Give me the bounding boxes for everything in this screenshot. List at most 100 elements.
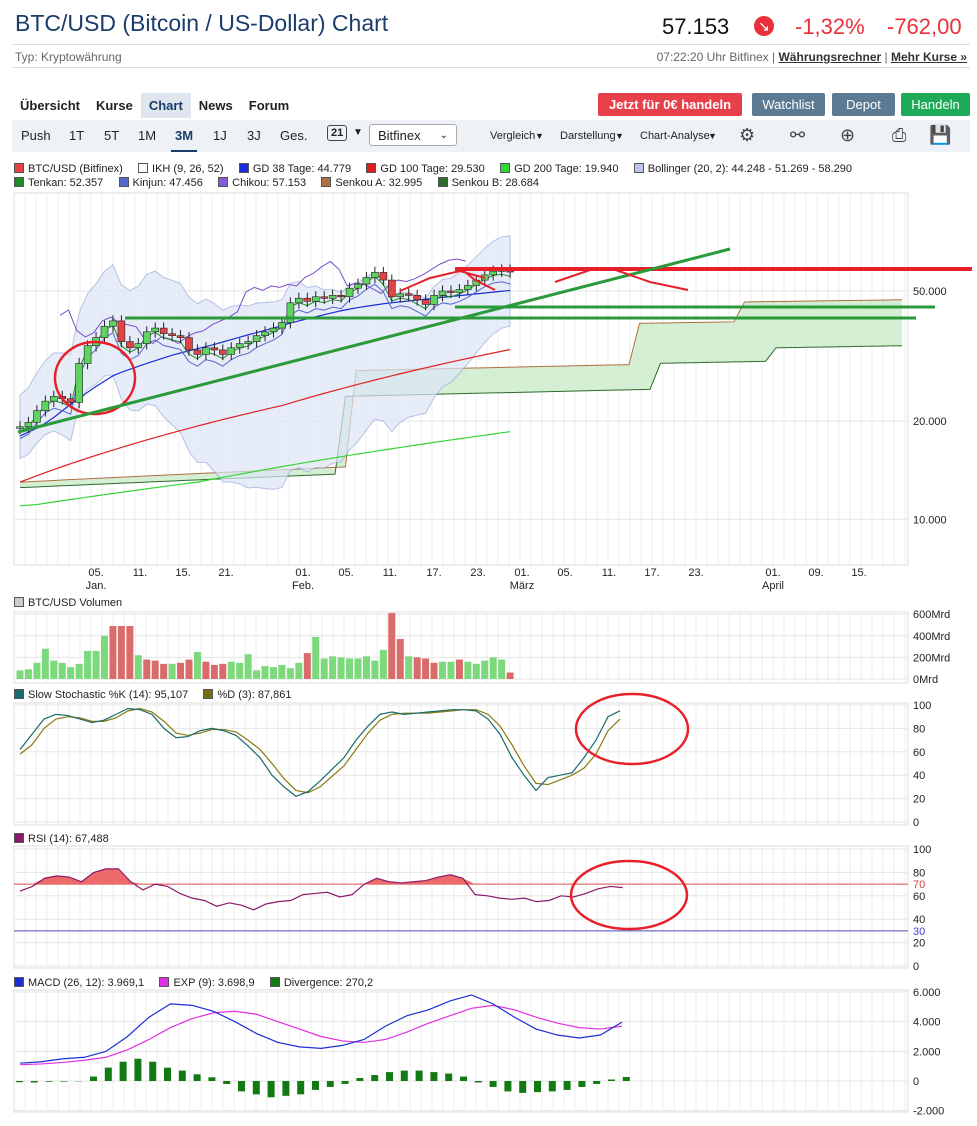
volume-bar — [422, 658, 430, 679]
panel-frame — [13, 192, 909, 566]
volume-bar — [24, 669, 32, 679]
tab-uebersicht[interactable]: Übersicht — [12, 93, 88, 118]
more-quotes-link[interactable]: Mehr Kurse » — [891, 50, 967, 64]
settings-gear-icon[interactable]: ⚙ — [739, 125, 755, 146]
volume-bar — [253, 670, 261, 679]
volume-bar — [16, 670, 24, 679]
tab-kurse[interactable]: Kurse — [88, 93, 141, 118]
macd-line — [19, 994, 623, 1064]
x-tick-label: 23. — [470, 567, 485, 579]
network-icon[interactable]: ⚯ — [790, 125, 805, 146]
volume-bar — [278, 664, 286, 679]
candle — [159, 327, 168, 335]
vergleich-menu[interactable]: Vergleich — [490, 130, 535, 142]
tenkan-line — [19, 273, 511, 432]
y-tick-label: 60 — [913, 891, 925, 903]
range-1m[interactable]: 1M — [138, 128, 156, 143]
print-icon[interactable]: ⎙ — [892, 125, 906, 146]
y-tick-label: 70 — [913, 879, 925, 891]
candle — [219, 349, 227, 355]
tab-news[interactable]: News — [191, 93, 241, 118]
watchlist-button[interactable]: Watchlist — [752, 93, 825, 116]
divergence-bar — [134, 1058, 142, 1081]
save-icon[interactable]: 💾 — [929, 125, 951, 146]
divergence-bar — [60, 1081, 68, 1082]
volume-bar — [193, 651, 201, 679]
volume-bar — [489, 657, 497, 679]
trade-now-button[interactable]: Jetzt für 0€ handeln — [598, 93, 742, 116]
candle — [244, 341, 252, 344]
legend-item: GD 200 Tage: 19.940 — [500, 163, 618, 175]
candle — [117, 320, 126, 342]
candle — [24, 422, 33, 428]
divergence-bar — [445, 1073, 453, 1081]
range-3m[interactable]: 3M — [170, 128, 198, 152]
gd100-line — [19, 348, 511, 483]
range-push[interactable]: Push — [21, 128, 51, 143]
tab-chart[interactable]: Chart — [140, 93, 191, 118]
y-tick-label: 80 — [913, 723, 925, 735]
volume-bar — [371, 660, 379, 679]
range-3j[interactable]: 3J — [247, 128, 261, 143]
x-month-label: Feb. — [292, 580, 314, 592]
candle — [337, 295, 345, 298]
candle — [168, 333, 176, 336]
x-tick-label: 05. — [557, 567, 572, 579]
legend-item: GD 38 Tage: 44.779 — [238, 163, 351, 175]
chart-analyse-menu[interactable]: Chart-Analyse — [640, 130, 710, 142]
candle — [320, 296, 329, 299]
rsi-legend: RSI (14): 67,488 — [14, 833, 109, 845]
x-tick-label: 17. — [426, 567, 441, 579]
y-tick-label: 80 — [913, 867, 925, 879]
annotation-arc — [399, 269, 486, 292]
divider — [12, 44, 970, 45]
volume-bar — [92, 650, 100, 679]
legend-item: Tenkan: 52.357 — [14, 177, 103, 189]
legend-item: Chikou: 57.153 — [218, 177, 306, 189]
calendar-icon[interactable]: 21 — [327, 125, 348, 141]
main-tabs: Übersicht Kurse Chart News Forum — [12, 93, 297, 119]
volume-bar — [177, 662, 185, 679]
chevron-down-icon: ▼ — [535, 131, 544, 141]
rsi-chart: 100 807060 403020 0 — [14, 844, 931, 973]
legend-item: Senkou B: 28.684 — [437, 177, 539, 189]
darstellung-menu[interactable]: Darstellung — [560, 130, 616, 142]
x-tick-label: 15. — [851, 567, 866, 579]
x-tick-label: 09. — [808, 567, 823, 579]
candle — [362, 277, 371, 285]
handeln-button[interactable]: Handeln — [901, 93, 970, 116]
candle — [480, 274, 489, 281]
y-tick-label: 20 — [913, 794, 925, 806]
currency-converter-link[interactable]: Währungsrechner — [778, 50, 881, 64]
volume-bar — [329, 656, 337, 679]
zoom-icon[interactable]: ⊕ — [840, 125, 855, 146]
divergence-bar — [45, 1081, 53, 1082]
y-tick-label: 400Mrd — [913, 631, 950, 643]
depot-button[interactable]: Depot — [832, 93, 895, 116]
volume-bar — [379, 649, 387, 679]
volume-bar — [168, 663, 176, 679]
divergence-bar — [30, 1081, 38, 1083]
volume-bar — [58, 662, 66, 679]
legend-item: IKH (9, 26, 52) — [138, 163, 224, 175]
range-1t[interactable]: 1T — [69, 128, 84, 143]
update-info: 07:22:20 Uhr Bitfinex | Währungsrechner … — [656, 50, 967, 64]
x-tick-label: 05. — [88, 567, 103, 579]
volume-bar — [506, 672, 514, 679]
divergence-bar — [297, 1081, 305, 1095]
range-5t[interactable]: 5T — [104, 128, 119, 143]
tab-forum[interactable]: Forum — [241, 93, 297, 118]
volume-bar — [202, 661, 210, 679]
y-tick-label: 100 — [913, 700, 931, 712]
volume-bar — [464, 661, 472, 679]
annotation-circle — [574, 692, 690, 766]
candle — [430, 295, 438, 305]
exchange-select[interactable]: Bitfinex ⌄ — [369, 124, 457, 146]
volume-bar — [84, 650, 92, 679]
candle — [404, 293, 413, 296]
range-ges[interactable]: Ges. — [280, 128, 307, 143]
chevron-down-icon[interactable]: ▼ — [353, 127, 363, 138]
legend-item: Kinjun: 47.456 — [118, 177, 203, 189]
range-1j[interactable]: 1J — [213, 128, 227, 143]
rsi-overbought-area — [20, 868, 623, 885]
